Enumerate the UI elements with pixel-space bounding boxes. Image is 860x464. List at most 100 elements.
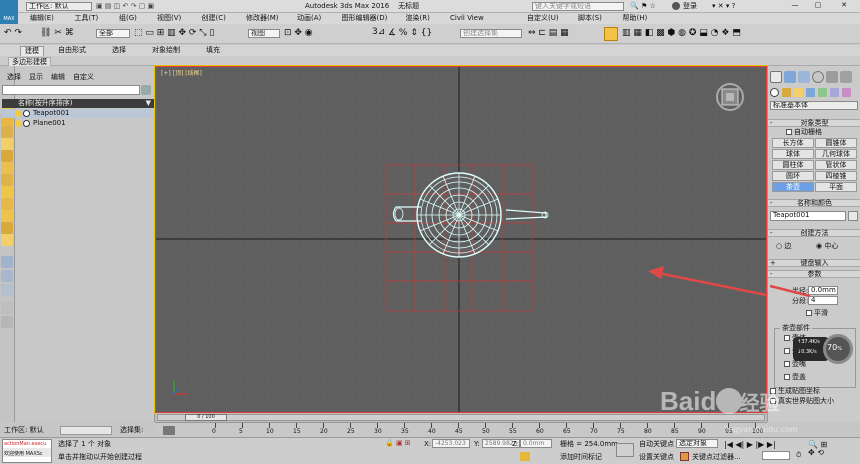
menu-item[interactable]: 渲染(R)	[406, 15, 430, 22]
display-none-icon[interactable]	[1, 270, 13, 282]
helpers-icon[interactable]	[818, 88, 827, 97]
create-tab-icon[interactable]	[770, 71, 782, 83]
help-search-input[interactable]: 键入关键字或短语	[532, 2, 624, 11]
menu-item[interactable]: Civil View	[450, 15, 484, 22]
close-button[interactable]: ✕	[833, 2, 855, 9]
snap-tools-icons[interactable]: ∡ % ⇕ {}	[388, 29, 432, 38]
menu-item[interactable]: 创建(C)	[202, 15, 226, 22]
time-slider-thumb[interactable]: 0 / 100	[185, 414, 227, 421]
add-time-tag-button[interactable]: 添加时间标记	[560, 454, 602, 461]
scene-search-input[interactable]	[2, 85, 140, 95]
menu-item[interactable]: 帮助(H)	[623, 15, 648, 22]
scene-column-header[interactable]: 名称(按升序排序) ▼	[2, 99, 154, 108]
object-type-button[interactable]: 四棱锥	[815, 171, 857, 181]
selected-object-dropdown[interactable]: 选定对象	[676, 439, 718, 448]
lights-filter-icon[interactable]	[1, 138, 13, 150]
key-mode-icon[interactable]	[616, 443, 634, 457]
network-speed-badge[interactable]: ↑37.4K/s ↓0.3K/s 70%	[793, 334, 853, 364]
mirror-align-icons[interactable]: ⇔ ⊏ ▤ ▦	[528, 29, 569, 38]
sign-in-label[interactable]: 登录	[683, 3, 697, 10]
set-key-icon[interactable]	[680, 452, 689, 461]
reference-coordinate-dropdown[interactable]: 视图	[248, 29, 280, 38]
frozen-filter-icon[interactable]	[1, 234, 13, 246]
display-tab-icon[interactable]	[826, 71, 838, 83]
motion-tab-icon[interactable]	[812, 71, 824, 83]
part-handle-check-icon[interactable]	[784, 348, 790, 354]
groups-filter-icon[interactable]	[1, 186, 13, 198]
z-coordinate-field[interactable]: 0.0mm	[520, 439, 552, 448]
parameters-rollout[interactable]: - 参数	[768, 270, 860, 278]
lock-selection-icon[interactable]: 🔒 ▣ ⊞	[385, 440, 411, 447]
menu-item[interactable]: 工具(T)	[75, 15, 99, 22]
current-frame-field[interactable]	[762, 451, 790, 460]
object-name-input[interactable]: Teapot001	[770, 211, 846, 221]
pivot-tools-icons[interactable]: ⊡ ✥ ◉	[284, 29, 313, 38]
lights-icon[interactable]	[794, 88, 803, 97]
object-type-button[interactable]: 圆锥体	[815, 138, 857, 148]
adaptive-degradation-icon[interactable]	[520, 452, 530, 461]
minimize-button[interactable]: —	[785, 2, 805, 9]
ribbon-tab[interactable]: 选择	[112, 47, 126, 54]
object-type-button[interactable]: 圆柱体	[772, 160, 814, 170]
shapes-icon[interactable]	[782, 88, 791, 97]
app-logo[interactable]: MAX	[0, 0, 18, 24]
light-bulb-icon[interactable]	[15, 120, 21, 127]
select-tools-icons[interactable]: ⬚ ▭ ⊞ ▥ ✥ ⟳ ⤡ ▯	[134, 29, 214, 38]
object-type-button[interactable]: 长方体	[772, 138, 814, 148]
cameras-icon[interactable]	[806, 88, 815, 97]
object-type-button[interactable]: 管状体	[815, 160, 857, 170]
scene-row-plane[interactable]: Plane001	[2, 119, 154, 128]
infocenter-icons[interactable]: 🔍 ⚑ ☆	[630, 3, 656, 10]
status-workspace[interactable]: 工作区: 默认	[4, 427, 44, 434]
menu-item[interactable]: 动画(A)	[297, 15, 321, 22]
menu-item[interactable]: 图形编辑器(D)	[342, 15, 388, 22]
x-coordinate-field[interactable]: -4253.023	[432, 439, 470, 448]
name-color-rollout[interactable]: - 名称和颜色	[768, 199, 860, 207]
creation-center-radio[interactable]: ◉ 中心	[816, 243, 838, 250]
selection-filter-dropdown[interactable]: 全部	[96, 29, 130, 38]
named-selection-dropdown[interactable]: 创建选择集	[460, 29, 522, 38]
modify-tab-icon[interactable]	[784, 71, 796, 83]
object-type-button[interactable]: 几何球体	[815, 149, 857, 159]
helpers-filter-icon[interactable]	[1, 162, 13, 174]
scene-menu-item[interactable]: 选择	[7, 74, 21, 81]
scene-menu-item[interactable]: 自定义	[73, 74, 94, 81]
systems-icon[interactable]	[842, 88, 851, 97]
display-all-icon[interactable]	[1, 256, 13, 268]
menu-item[interactable]: 修改器(M)	[246, 15, 279, 22]
object-type-button[interactable]: 茶壶	[772, 182, 814, 192]
xrefs-filter-icon[interactable]	[1, 198, 13, 210]
object-type-rollout[interactable]: - 对象类型	[768, 119, 860, 127]
cameras-filter-icon[interactable]	[1, 150, 13, 162]
menu-item[interactable]: 自定义(U)	[527, 15, 559, 22]
scene-menu-item[interactable]: 编辑	[51, 74, 65, 81]
creation-edge-radio[interactable]: ○ 边	[776, 243, 791, 250]
link-icons[interactable]: ⛓ ✂ ⌘	[40, 29, 74, 38]
auto-key-button[interactable]: 自动关键点	[639, 441, 674, 448]
scene-search-icon[interactable]	[141, 85, 151, 95]
spacewarps-icon[interactable]	[830, 88, 839, 97]
time-config-icon[interactable]: ⏱	[796, 452, 801, 459]
set-key-button[interactable]: 设置关键点	[639, 454, 674, 461]
keyboard-entry-rollout[interactable]: + 键盘输入	[768, 259, 860, 267]
workspace-dropdown-small[interactable]	[60, 426, 112, 435]
object-color-swatch[interactable]	[848, 211, 858, 221]
scene-explorer-toggle-icon[interactable]	[604, 27, 618, 41]
bones-filter-icon[interactable]	[1, 210, 13, 222]
ribbon-tab[interactable]: 填充	[206, 47, 220, 54]
scene-row-teapot[interactable]: Teapot001	[2, 109, 154, 118]
workspace-dropdown[interactable]: 工作区: 默认	[26, 2, 92, 11]
snap-toggle-icon[interactable]: 3⊿	[372, 28, 385, 37]
user-icon[interactable]	[672, 2, 680, 10]
maximize-button[interactable]: ▢	[808, 2, 828, 9]
part-body-check-icon[interactable]	[784, 335, 790, 341]
menu-item[interactable]: 视图(V)	[157, 15, 181, 22]
object-type-button[interactable]: 平面	[815, 182, 857, 192]
utilities-tab-icon[interactable]	[840, 71, 852, 83]
primitive-category-dropdown[interactable]: 标准基本体	[770, 101, 858, 110]
spacewarps-filter-icon[interactable]	[1, 174, 13, 186]
scene-menu-item[interactable]: 显示	[29, 74, 43, 81]
light-bulb-icon[interactable]	[15, 110, 21, 117]
maxscript-listener[interactable]: actionMan.execu 欢迎使用 MAXSc	[2, 439, 52, 463]
find-case-icon[interactable]	[1, 302, 13, 314]
